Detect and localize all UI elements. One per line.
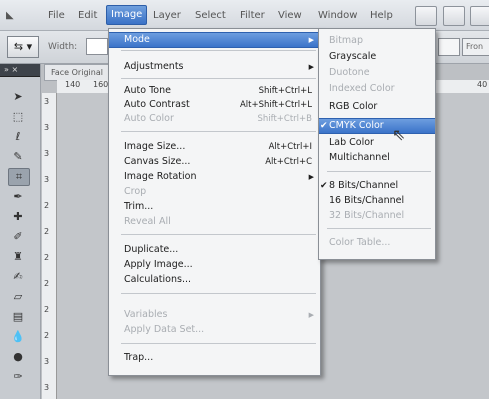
menu-separator	[121, 234, 316, 235]
submenu-arrow-icon: ▶	[308, 173, 314, 181]
resolution-input[interactable]	[438, 38, 460, 56]
screen-mode-icon[interactable]	[415, 6, 437, 26]
clone-stamp-tool-icon[interactable]: ♜	[8, 248, 28, 264]
menu-separator	[121, 50, 316, 51]
image-menu: Mode ▶ Adjustments ▶ Auto Tone Shift+Ctr…	[108, 28, 321, 376]
mode-item-indexed-color: Indexed Color	[329, 83, 395, 94]
menu-separator	[121, 343, 316, 344]
lasso-tool-icon[interactable]: ℓ	[8, 128, 28, 144]
menu-item-reveal-all: Reveal All	[124, 216, 171, 227]
submenu-arrow-icon: ▶	[308, 311, 314, 319]
ruler-tick: 3	[44, 97, 50, 106]
ruler-tick: 3	[44, 149, 50, 158]
ruler-tick: 160	[93, 80, 109, 89]
ruler-tick: 2	[44, 227, 50, 236]
menu-item-adjustments[interactable]: Adjustments ▶	[109, 60, 320, 74]
ruler-tick: 40	[477, 80, 488, 89]
menu-item-calculations[interactable]: Calculations...	[109, 273, 320, 287]
menu-item-duplicate[interactable]: Duplicate...	[109, 243, 320, 257]
mode-item-16-bits[interactable]: 16 Bits/Channel	[319, 194, 435, 208]
menu-item-image-rotation[interactable]: Image Rotation ▶	[109, 170, 320, 184]
menu-filter[interactable]: Filter	[240, 10, 265, 21]
ruler-tick: 3	[44, 123, 50, 132]
menu-separator	[121, 131, 316, 132]
menu-item-apply-data-set: Apply Data Set...	[124, 324, 205, 335]
quick-select-tool-icon[interactable]: ✎	[8, 148, 28, 164]
ruler-vertical: 3 3 3 3 2 2 2 2 2 2 3 3	[42, 93, 57, 399]
menu-layer[interactable]: Layer	[153, 10, 181, 21]
tools-panel: » × ➤ ⬚ ℓ ✎ ⌗ ✒ ✚ ✐ ♜ ✍ ▱ ▤ 💧 ● ✑	[0, 64, 41, 399]
marquee-tool-icon[interactable]: ⬚	[8, 108, 28, 124]
eyedropper-tool-icon[interactable]: ✒	[8, 188, 28, 204]
mouse-pointer-icon: ⇖	[392, 125, 406, 144]
arrange-icon[interactable]	[470, 6, 489, 26]
menu-edit[interactable]: Edit	[78, 10, 97, 21]
menu-separator	[121, 78, 316, 79]
menu-item-image-size[interactable]: Image Size... Alt+Ctrl+I	[109, 140, 320, 154]
menu-item-auto-color: Auto Color Shift+Ctrl+B	[124, 113, 312, 124]
workspace-icon[interactable]	[443, 6, 465, 26]
checkmark-icon: ✔	[320, 181, 328, 191]
menu-item-canvas-size[interactable]: Canvas Size... Alt+Ctrl+C	[109, 155, 320, 169]
menu-separator	[121, 293, 316, 294]
menu-select[interactable]: Select	[195, 10, 226, 21]
menu-separator	[327, 228, 431, 229]
tools-panel-header[interactable]: » ×	[0, 64, 40, 77]
menu-item-crop: Crop	[124, 186, 147, 197]
mode-item-grayscale[interactable]: Grayscale	[319, 50, 435, 64]
menu-view[interactable]: View	[278, 10, 302, 21]
mode-item-8-bits[interactable]: ✔ 8 Bits/Channel	[319, 179, 435, 193]
menu-item-auto-tone[interactable]: Auto Tone Shift+Ctrl+L	[109, 84, 320, 98]
dodge-tool-icon[interactable]: ●	[8, 348, 28, 364]
tool-preset-picker[interactable]: ⇆ ▾	[7, 36, 39, 58]
mode-item-multichannel[interactable]: Multichannel	[319, 151, 435, 165]
front-image-button[interactable]: Fron	[462, 38, 489, 56]
menu-item-mode[interactable]: Mode ▶	[109, 32, 320, 48]
pen-tool-icon[interactable]: ✑	[8, 368, 28, 384]
blur-tool-icon[interactable]: 💧	[8, 328, 28, 344]
mode-item-bitmap: Bitmap	[329, 35, 363, 46]
ruler-tick: 3	[44, 357, 50, 366]
menu-bar: ◣ File Edit Image Layer Select Filter Vi…	[0, 0, 489, 31]
menu-file[interactable]: File	[48, 10, 65, 21]
menu-window[interactable]: Window	[318, 10, 357, 21]
ruler-tick: 3	[44, 383, 50, 392]
gradient-tool-icon[interactable]: ▤	[8, 308, 28, 324]
crop-tool-icon[interactable]: ⌗	[8, 168, 30, 186]
ruler-tick: 3	[44, 175, 50, 184]
move-tool-icon[interactable]: ➤	[8, 88, 28, 104]
ruler-tick: 2	[44, 253, 50, 262]
menu-image[interactable]: Image	[106, 5, 148, 25]
ruler-tick: 2	[44, 279, 50, 288]
submenu-arrow-icon: ▶	[308, 36, 314, 44]
mode-item-cmyk-color[interactable]: ✔ CMYK Color	[319, 118, 435, 134]
healing-brush-tool-icon[interactable]: ✚	[8, 208, 28, 224]
mode-item-color-table: Color Table...	[329, 237, 391, 248]
menu-separator	[327, 171, 431, 172]
menu-item-apply-image[interactable]: Apply Image...	[109, 258, 320, 272]
width-input[interactable]	[86, 38, 108, 55]
app-logo-icon[interactable]: ◣	[6, 10, 14, 21]
menu-item-auto-contrast[interactable]: Auto Contrast Alt+Shift+Ctrl+L	[109, 98, 320, 112]
menu-help[interactable]: Help	[370, 10, 393, 21]
history-brush-tool-icon[interactable]: ✍	[8, 268, 28, 284]
eraser-tool-icon[interactable]: ▱	[8, 288, 28, 304]
brush-tool-icon[interactable]: ✐	[8, 228, 28, 244]
submenu-arrow-icon: ▶	[308, 63, 314, 71]
ruler-tick: 140	[65, 80, 81, 89]
ruler-tick: 2	[44, 305, 50, 314]
ruler-tick: 2	[44, 331, 50, 340]
mode-item-lab-color[interactable]: Lab Color	[319, 136, 435, 150]
mode-item-duotone: Duotone	[329, 67, 370, 78]
menu-item-trim[interactable]: Trim...	[109, 200, 320, 214]
mode-item-rgb-color[interactable]: RGB Color	[319, 100, 435, 114]
mode-submenu: Bitmap Grayscale Duotone Indexed Color R…	[318, 28, 436, 260]
checkmark-icon: ✔	[320, 121, 328, 131]
width-label: Width:	[48, 42, 78, 52]
mode-item-32-bits: 32 Bits/Channel	[329, 210, 405, 221]
ruler-tick: 2	[44, 201, 50, 210]
menu-item-trap[interactable]: Trap...	[109, 351, 320, 365]
menu-item-variables: Variables ▶	[124, 309, 314, 320]
